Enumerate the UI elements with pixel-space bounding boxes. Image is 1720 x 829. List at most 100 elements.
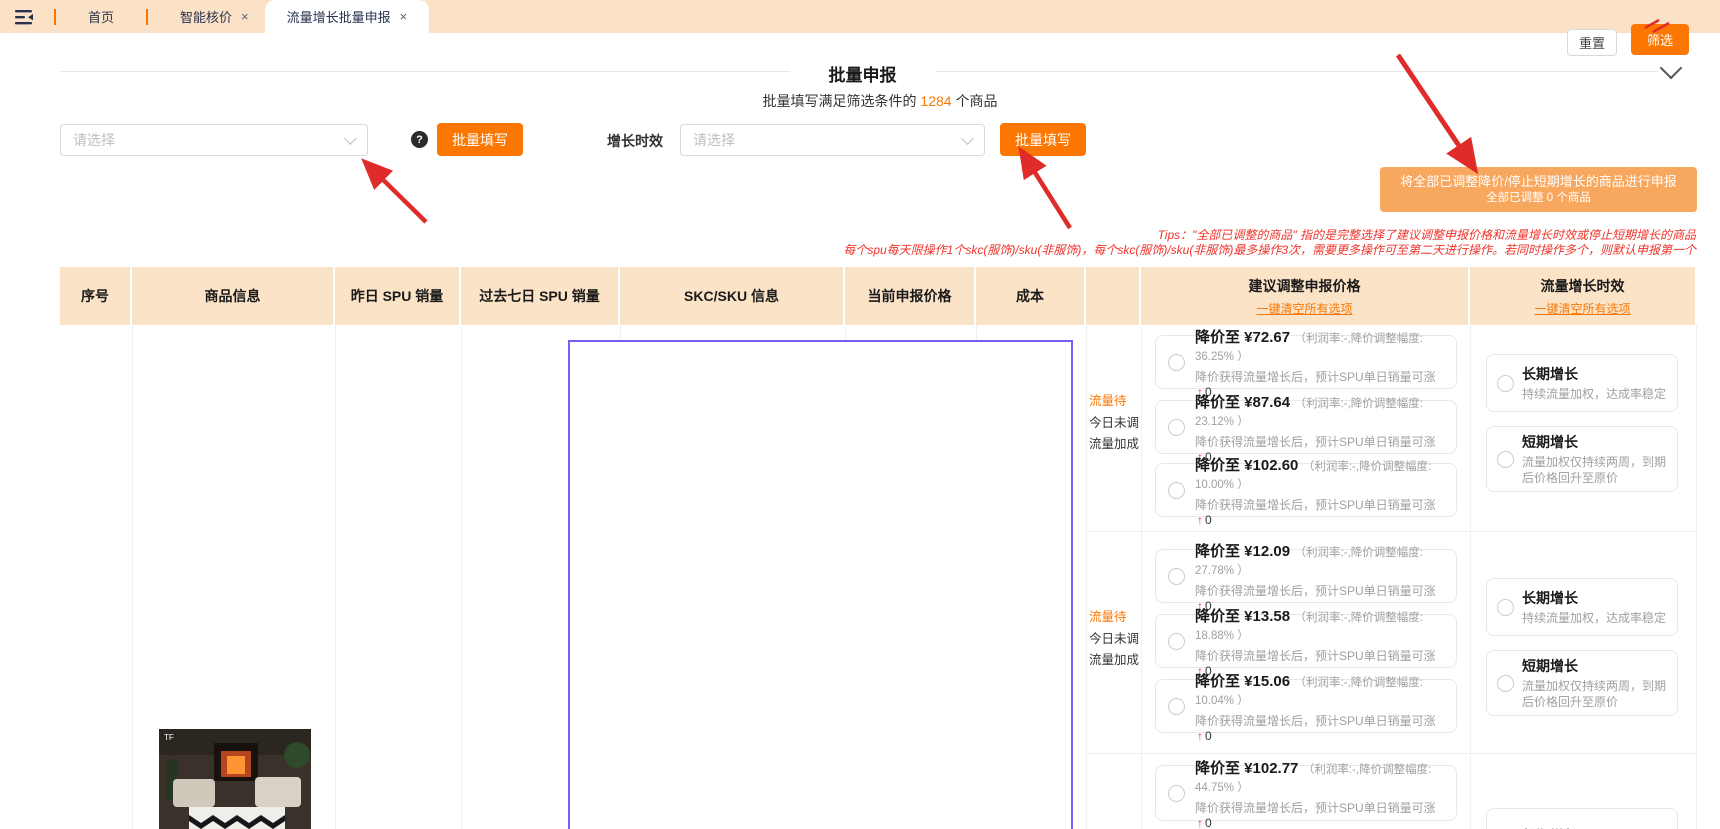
header-product-info: 商品信息 xyxy=(132,267,335,325)
select-placeholder: 请选择 xyxy=(693,130,735,150)
radio-button[interactable] xyxy=(1497,375,1514,392)
tab-label: 流量增长批量申报 xyxy=(287,7,391,26)
radio-button[interactable] xyxy=(1497,451,1514,468)
price-option-card[interactable]: 降价至 ¥12.09 （利润率:-,降价调整幅度: 27.78% ） 降价获得流… xyxy=(1155,549,1457,603)
product-status: 流量待 今日未调 流量加成 xyxy=(1089,391,1139,456)
clear-all-growth-options-link[interactable]: 一键清空所有选项 xyxy=(1534,300,1630,317)
status-line: 今日未调 xyxy=(1089,629,1139,651)
growth-option-card[interactable]: 长期增长 持续流量加权，达成率稳定 xyxy=(1486,354,1678,412)
tab-label: 首页 xyxy=(88,7,114,26)
growth-option-sub: 持续流量加权，达成率稳定 xyxy=(1522,610,1666,626)
growth-option-title: 短期增长 xyxy=(1522,656,1667,676)
tab-bar: 首页 智能核价 × 流量增长批量申报 × xyxy=(0,0,1720,33)
tab-divider xyxy=(146,9,148,25)
radio-button[interactable] xyxy=(1168,419,1185,436)
close-tab-icon[interactable]: × xyxy=(241,10,249,23)
growth-option-sub: 流量加权仅持续两周，到期后价格回升至原价 xyxy=(1522,454,1667,486)
banner-line1: 将全部已调整降价/停止短期增长的商品进行申报 xyxy=(1380,173,1697,190)
price-option-title: 降价至 ¥15.06 xyxy=(1195,673,1290,690)
up-arrow-icon: ↑ xyxy=(1197,513,1203,527)
declare-adjusted-products-button[interactable]: 将全部已调整降价/停止短期增长的商品进行申报 全部已调整 0 个商品 xyxy=(1380,167,1697,212)
growth-option-card[interactable]: 短期增长 流量加权仅持续两周，到期后价格回升至原价 xyxy=(1486,426,1678,492)
price-option-card[interactable]: 降价至 ¥72.67 （利润率:-,降价调整幅度: 36.25% ） 降价获得流… xyxy=(1155,335,1457,389)
collapse-menu-icon[interactable] xyxy=(12,7,38,27)
header-traffic-growth-duration: 流量增长时效 一键清空所有选项 xyxy=(1470,267,1695,325)
price-option-card[interactable]: 降价至 ¥13.58 （利润率:-,降价调整幅度: 18.88% ） 降价获得流… xyxy=(1155,614,1457,668)
sales-increase-value: 0 xyxy=(1205,513,1212,527)
radio-button[interactable] xyxy=(1168,568,1185,585)
radio-button[interactable] xyxy=(1497,675,1514,692)
status-line: 流量待 xyxy=(1089,607,1139,629)
price-option-title: 降价至 ¥13.58 xyxy=(1195,608,1290,625)
price-option-sub: 降价获得流量增长后，预计SPU单日销量可涨 xyxy=(1195,649,1436,663)
subtitle-prefix: 批量填写满足筛选条件的 xyxy=(763,93,921,109)
header-current-declared-price: 当前申报价格 xyxy=(845,267,976,325)
price-option-title: 降价至 ¥12.09 xyxy=(1195,543,1290,560)
status-line: 流量加成 xyxy=(1089,650,1139,672)
element-highlight-overlay xyxy=(568,340,1073,829)
growth-option-sub: 流量加权仅持续两周，到期后价格回升至原价 xyxy=(1522,678,1667,710)
batch-fill-button-2[interactable]: 批量填写 xyxy=(1000,123,1086,156)
price-option-title: 降价至 ¥72.67 xyxy=(1195,329,1290,346)
header-title: 建议调整申报价格 xyxy=(1249,276,1361,296)
collapse-section-chevron-icon[interactable] xyxy=(1660,57,1683,80)
matched-count: 1284 xyxy=(920,93,951,109)
growth-option-card[interactable]: 长期增长 xyxy=(1486,808,1678,829)
sales-increase-value: 0 xyxy=(1205,816,1212,829)
status-line: 流量待 xyxy=(1089,391,1139,413)
tab-smart-pricing[interactable]: 智能核价 × xyxy=(164,0,265,33)
radio-button[interactable] xyxy=(1168,482,1185,499)
product-image[interactable]: TF xyxy=(159,729,311,829)
price-option-card[interactable]: 降价至 ¥15.06 （利润率:-,降价调整幅度: 10.04% ） 降价获得流… xyxy=(1155,679,1457,733)
section-subtitle: 批量填写满足筛选条件的 1284 个商品 xyxy=(60,91,1700,111)
column-border xyxy=(335,325,336,829)
reset-button[interactable]: 重置 xyxy=(1567,29,1617,56)
price-option-card[interactable]: 降价至 ¥87.64 （利润率:-,降价调整幅度: 23.12% ） 降价获得流… xyxy=(1155,400,1457,454)
header-suggested-price: 建议调整申报价格 一键清空所有选项 xyxy=(1141,267,1470,325)
price-option-sub: 降价获得流量增长后，预计SPU单日销量可涨 xyxy=(1195,370,1436,384)
price-option-card[interactable]: 降价至 ¥102.60 （利润率:-,降价调整幅度: 10.00% ） 降价获得… xyxy=(1155,463,1457,517)
filter-button[interactable]: 筛选 xyxy=(1631,24,1689,55)
close-tab-icon[interactable]: × xyxy=(400,10,408,23)
chevron-down-icon xyxy=(961,132,974,145)
header-yesterday-spu-sales: 昨日 SPU 销量 xyxy=(335,267,461,325)
tab-home[interactable]: 首页 xyxy=(72,0,130,33)
batch-fill-button[interactable]: 批量填写 xyxy=(437,123,523,156)
radio-button[interactable] xyxy=(1168,698,1185,715)
growth-duration-label: 增长时效 xyxy=(607,131,663,151)
radio-button[interactable] xyxy=(1497,599,1514,616)
divider-line xyxy=(60,71,790,72)
section-title: 批量申报 xyxy=(790,61,935,86)
radio-button[interactable] xyxy=(1168,354,1185,371)
growth-option-card[interactable]: 短期增长 流量加权仅持续两周，到期后价格回升至原价 xyxy=(1486,650,1678,716)
price-option-sub: 降价获得流量增长后，预计SPU单日销量可涨 xyxy=(1195,435,1436,449)
divider-line xyxy=(935,71,1658,72)
product-status: 流量待 今日未调 流量加成 xyxy=(1089,607,1139,672)
up-arrow-icon: ↑ xyxy=(1197,816,1203,829)
red-arrow-to-select2 xyxy=(1022,152,1070,228)
growth-option-sub: 持续流量加权，达成率稳定 xyxy=(1522,386,1666,402)
traffic-growth-batch-declare-page: 首页 智能核价 × 流量增长批量申报 × 重置 筛选 批量申报 批量填写满足筛选… xyxy=(0,0,1720,829)
price-option-title: 降价至 ¥87.64 xyxy=(1195,394,1290,411)
radio-button[interactable] xyxy=(1168,633,1185,650)
price-option-card[interactable]: 降价至 ¥102.77 （利润率:-,降价调整幅度: 44.75% ） 降价获得… xyxy=(1155,765,1457,821)
banner-line2: 全部已调整 0 个商品 xyxy=(1380,191,1697,206)
growth-option-title: 短期增长 xyxy=(1522,432,1667,452)
growth-duration-select[interactable]: 请选择 xyxy=(680,124,985,156)
price-option-select[interactable]: 请选择 xyxy=(60,124,368,156)
price-option-sub: 降价获得流量增长后，预计SPU单日销量可涨 xyxy=(1195,801,1436,815)
tab-divider xyxy=(54,9,56,25)
growth-option-title: 长期增长 xyxy=(1522,364,1666,384)
header-index: 序号 xyxy=(60,267,132,325)
tab-traffic-growth-batch[interactable]: 流量增长批量申报 × xyxy=(265,0,430,33)
status-line: 今日未调 xyxy=(1089,413,1139,435)
row-group-border xyxy=(1086,753,1697,754)
tips-line2: 每个spu每天限操作1个skc(服饰)/sku(非服饰)，每个skc(服饰)/s… xyxy=(843,241,1696,258)
growth-option-card[interactable]: 长期增长 持续流量加权，达成率稳定 xyxy=(1486,578,1678,636)
help-icon[interactable]: ? xyxy=(411,131,428,148)
radio-button[interactable] xyxy=(1168,785,1185,802)
up-arrow-icon: ↑ xyxy=(1197,729,1203,743)
header-7day-spu-sales: 过去七日 SPU 销量 xyxy=(461,267,620,325)
clear-all-price-options-link[interactable]: 一键清空所有选项 xyxy=(1256,300,1352,317)
select-placeholder: 请选择 xyxy=(73,130,115,150)
